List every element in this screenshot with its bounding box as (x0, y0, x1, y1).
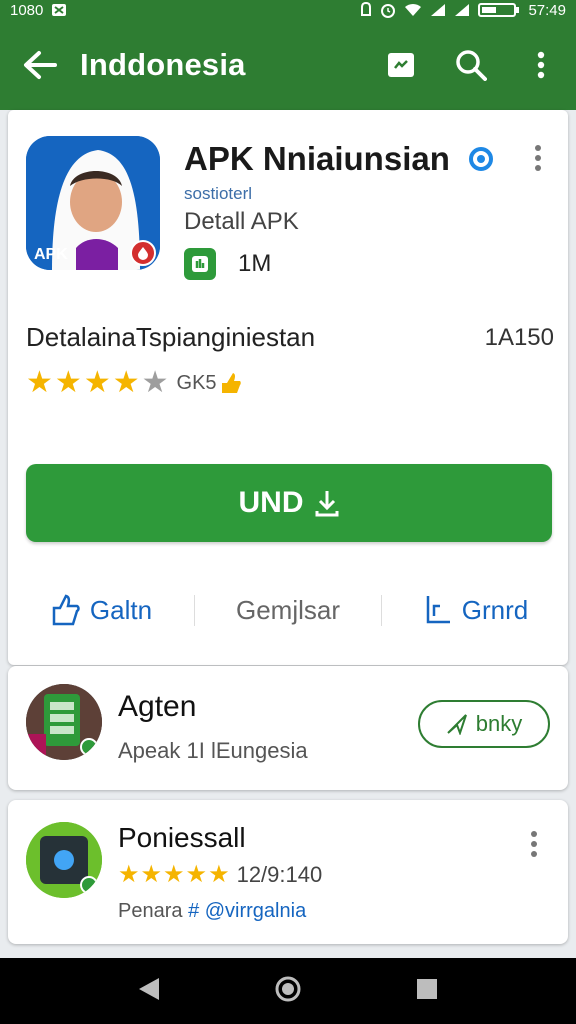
app-detail-label: Detall APK (184, 208, 299, 235)
recents-square-icon (417, 978, 438, 999)
share-icon (52, 594, 80, 626)
nav-recents-button[interactable] (415, 977, 439, 1006)
back-button[interactable] (0, 20, 80, 110)
similar-action[interactable]: Gemjlsar (194, 594, 382, 626)
online-dot (80, 738, 98, 756)
share-label: Galtn (89, 594, 153, 625)
share-action[interactable]: Galtn (8, 594, 194, 626)
flame-icon (138, 247, 148, 260)
signal-icon-2 (454, 3, 470, 17)
list-item[interactable]: Agten Apeak 1I lEungesia bnky (8, 666, 568, 790)
more-vert-icon (531, 831, 537, 857)
status-bar: 1080 57:49 (0, 0, 576, 20)
avatar (26, 684, 102, 760)
search-button[interactable] (436, 20, 506, 110)
store-icon (388, 53, 414, 77)
star-icon: ★ (185, 861, 208, 888)
star-icon: ★ (54, 366, 82, 399)
list-item-title: Poniessall (118, 822, 246, 853)
notification-icon (51, 3, 67, 17)
star-icon: ★ (208, 861, 230, 888)
star-empty-icon: ★ (141, 366, 169, 399)
star-icon: ★ (140, 861, 163, 888)
list-item-subtitle: Penara # @virrgalnia (118, 900, 306, 923)
star-icon: ★ (118, 861, 140, 888)
thumbs-up-icon (221, 373, 241, 393)
more-vert-icon (535, 145, 541, 171)
arrow-back-icon (24, 51, 57, 79)
alarm-icon (380, 2, 396, 18)
rating-stars: ★ ★ ★ ★ ★ 12/9:140 (118, 862, 322, 888)
store-button[interactable] (366, 20, 436, 110)
star-icon: ★ (163, 861, 185, 888)
wifi-icon (404, 3, 422, 17)
signal-icon (430, 3, 446, 17)
status-clock: 57:49 (528, 1, 566, 19)
action-row: Galtn Gemjlsar Grnrd (8, 580, 568, 640)
overflow-menu-button[interactable] (506, 20, 576, 110)
page-title: Inddonesia (80, 47, 246, 82)
list-item[interactable]: Poniessall ★ ★ ★ ★ ★ 12/9:140 Penara # @… (8, 800, 568, 944)
app-detail-card: APK APK Nniaiunsian sostioterl Detall AP… (8, 110, 568, 665)
star-icon: ★ (83, 366, 111, 399)
developer-name[interactable]: sostioterl (184, 184, 252, 204)
rating-text: GK5 (176, 371, 217, 394)
app-more-button[interactable] (534, 144, 542, 177)
list-item-subtitle: Apeak 1I lEungesia (118, 738, 308, 763)
avatar (26, 822, 102, 898)
verified-icon (468, 146, 494, 177)
list-item-title: Agten (118, 690, 197, 723)
nav-home-button[interactable] (274, 975, 302, 1008)
rating-stars: ★ ★ ★ ★ ★ GK5 (26, 368, 243, 398)
app-icon-badge (130, 240, 156, 266)
battery-icon (478, 2, 520, 18)
follow-label: bnky (475, 711, 523, 736)
subtitle-prefix: Penara (118, 900, 183, 922)
vpn-icon (360, 2, 372, 18)
list-item-more-button[interactable] (530, 830, 538, 863)
app-name: APK Nniaiunsian (184, 140, 450, 177)
thumb-rate-icon (426, 596, 450, 624)
review-date: 12/9:140 (236, 862, 323, 887)
nav-back-button[interactable] (137, 976, 161, 1007)
app-bar: Inddonesia (0, 20, 576, 110)
more-vert-icon (537, 51, 545, 79)
status-time: 1080 (10, 1, 44, 19)
subtitle-link[interactable]: # @virrgalnia (188, 900, 306, 922)
system-nav-bar (0, 958, 576, 1024)
similar-label: Gemjlsar (235, 594, 340, 625)
download-size-icon (184, 248, 216, 280)
search-icon (456, 50, 487, 81)
follow-button[interactable]: bnky (418, 700, 550, 748)
rate-label: Grnrd (461, 594, 529, 625)
app-size: 1M (238, 250, 272, 277)
home-circle-icon (275, 976, 301, 1001)
download-icon (315, 491, 338, 517)
online-dot (80, 876, 98, 894)
install-label: UND (238, 486, 304, 519)
app-description: DetalainaTspianginiestan (26, 322, 316, 352)
app-icon[interactable]: APK (26, 136, 160, 270)
install-button[interactable]: UND (26, 464, 552, 542)
rate-action[interactable]: Grnrd (382, 594, 568, 626)
review-count: 1A150 (484, 324, 554, 351)
app-icon-label: APK (34, 246, 68, 263)
send-icon (447, 714, 467, 735)
star-icon: ★ (112, 366, 140, 399)
star-icon: ★ (26, 366, 53, 399)
back-triangle-icon (138, 977, 159, 1000)
